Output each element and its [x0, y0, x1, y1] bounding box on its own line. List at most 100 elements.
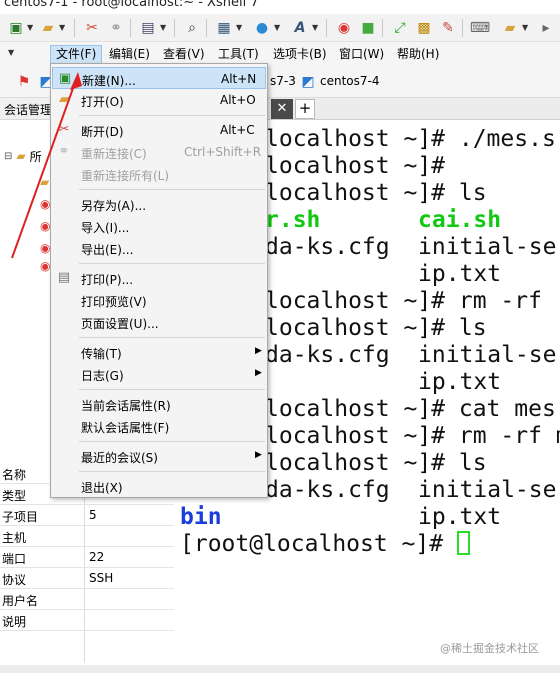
menu-view[interactable]: 查看(V) — [158, 45, 210, 64]
menu-file[interactable]: 文件(F) — [50, 45, 103, 64]
disconnect-icon: ✂ — [58, 122, 70, 137]
add-folder-icon[interactable]: ▰ — [500, 18, 520, 38]
menu-tools[interactable]: 工具(T) — [213, 45, 264, 64]
terminal-line: localhost ~]# ./mes.s — [265, 126, 556, 152]
session-item-icon[interactable]: ◉ — [40, 238, 50, 258]
more-icon[interactable]: ▸ — [536, 18, 556, 38]
terminal-prompt: [root@localhost ~]# — [180, 531, 470, 558]
menu-item-new[interactable]: ▣ 新建(N)... Alt+N — [52, 67, 266, 89]
terminal-line: cai.sh — [418, 207, 502, 233]
globe-icon[interactable]: ● — [252, 18, 272, 38]
window-title: centos7-1 - root@localhost:~ - Xshell 7 — [4, 0, 259, 10]
prop-row: 说明 — [0, 610, 174, 631]
terminal-line: ip.txt — [418, 504, 502, 530]
properties-icon[interactable]: ▤ — [138, 18, 158, 38]
terminal-line: localhost ~]# — [265, 153, 446, 179]
menu-item-import[interactable]: 导入(I)... — [52, 215, 266, 237]
lock-icon[interactable]: ▩ — [414, 18, 434, 38]
add-tab-button[interactable]: + — [295, 99, 315, 119]
terminal-line: da-ks.cfg — [265, 342, 390, 368]
menu-item-page-setup[interactable]: 页面设置(U)... — [52, 311, 266, 333]
quick-session-1[interactable]: s7-3 — [270, 74, 296, 88]
reconnect-icon[interactable]: ⚭ — [106, 18, 126, 38]
session-item-icon[interactable]: ◉ — [40, 194, 50, 214]
terminal-line: localhost ~]# cat mes — [265, 396, 556, 422]
tree-root[interactable]: ⊟ ▰ 所 — [4, 146, 42, 166]
menu-item-log[interactable]: 日志(G) ▶ — [52, 363, 266, 385]
menu-item-disconnect[interactable]: ✂ 断开(D) Alt+C — [52, 119, 266, 141]
chevron-down-icon[interactable]: ▼ — [8, 48, 14, 57]
menu-item-session-properties[interactable]: 当前会话属性(R) — [52, 393, 266, 415]
prop-row: 协议 SSH — [0, 568, 174, 589]
folder-icon: ▰ — [16, 149, 26, 163]
menu-item-save-as[interactable]: 另存为(A)... — [52, 193, 266, 215]
terminal-line: da-ks.cfg — [265, 477, 390, 503]
terminal-line: da-ks.cfg — [265, 234, 390, 260]
terminal-line: ip.txt — [418, 261, 502, 287]
xshell-icon[interactable]: ◉ — [334, 18, 354, 38]
terminal-line: initial-se — [418, 342, 557, 368]
xftp-icon[interactable]: ■ — [358, 18, 378, 38]
chevron-down-icon[interactable]: ▼ — [160, 23, 166, 32]
font-icon[interactable]: A — [290, 18, 310, 38]
menu-item-reconnect-all[interactable]: 重新连接所有(L) — [52, 163, 266, 185]
terminal-line: localhost ~]# ls — [265, 315, 487, 341]
find-icon[interactable]: ⌕ — [182, 18, 202, 38]
new-session-icon[interactable]: ▣ — [6, 18, 26, 38]
menu-item-export[interactable]: 导出(E)... — [52, 237, 266, 259]
disconnect-icon[interactable]: ✂ — [82, 18, 102, 38]
menu-help[interactable]: 帮助(H) — [392, 45, 444, 64]
terminal-line: localhost ~]# ls — [265, 180, 487, 206]
submenu-arrow-icon: ▶ — [255, 368, 262, 378]
printer-icon: ▤ — [57, 270, 71, 285]
fullscreen-icon[interactable]: ⤢ — [390, 18, 410, 38]
terminal-line: initial-se — [418, 477, 557, 503]
tree-root-label: 所 — [29, 149, 42, 164]
window-titlebar: centos7-1 - root@localhost:~ - Xshell 7 — [0, 0, 560, 14]
chevron-down-icon[interactable]: ▼ — [274, 23, 280, 32]
new-session-icon: ▣ — [58, 71, 72, 86]
prop-row: 端口 22 — [0, 547, 174, 568]
menu-item-reconnect[interactable]: ⚭ 重新连接(C) Ctrl+Shift+R — [52, 141, 266, 163]
submenu-arrow-icon: ▶ — [255, 450, 262, 460]
terminal-line: r.sh — [265, 207, 321, 233]
close-tab-icon[interactable]: ✕ — [271, 99, 293, 119]
reconnect-icon: ⚭ — [58, 144, 70, 159]
menu-item-recent-sessions[interactable]: 最近的会议(S) ▶ — [52, 445, 266, 467]
highlight-icon[interactable]: ✎ — [438, 18, 458, 38]
session-item-icon[interactable]: ◉ — [40, 216, 50, 236]
prop-row: 用户名 — [0, 589, 174, 610]
open-folder-icon: ▰ — [59, 92, 69, 107]
collapse-icon[interactable]: ⊟ — [4, 151, 12, 162]
session-icon[interactable]: ◩ — [298, 72, 318, 92]
keyboard-icon[interactable]: ⌨ — [470, 18, 490, 38]
file-menu: ▣ 新建(N)... Alt+N ▰ 打开(O) Alt+O ✂ 断开(D) A… — [50, 63, 268, 498]
chevron-down-icon[interactable]: ▼ — [312, 23, 318, 32]
quick-session-2[interactable]: centos7-4 — [320, 74, 379, 88]
menu-item-print[interactable]: ▤ 打印(P)... — [52, 267, 266, 289]
session-item-icon[interactable]: ◉ — [40, 256, 50, 276]
menu-tabs[interactable]: 选项卡(B) — [268, 45, 332, 64]
terminal-line: ip.txt — [418, 369, 502, 395]
bookmark-icon[interactable]: ⚑ — [14, 72, 34, 92]
menu-item-open[interactable]: ▰ 打开(O) Alt+O — [52, 89, 266, 111]
open-folder-icon[interactable]: ▰ — [38, 18, 58, 38]
compose-icon[interactable]: ▦ — [214, 18, 234, 38]
chevron-down-icon[interactable]: ▼ — [59, 23, 65, 32]
menu-item-exit[interactable]: 退出(X) — [52, 475, 266, 497]
chevron-down-icon[interactable]: ▼ — [522, 23, 528, 32]
menu-edit[interactable]: 编辑(E) — [104, 45, 155, 64]
statusbar — [0, 665, 560, 673]
menu-item-default-properties[interactable]: 默认会话属性(F) — [52, 415, 266, 437]
folder-icon[interactable]: ▰ — [40, 172, 49, 192]
menu-item-transfer[interactable]: 传输(T) ▶ — [52, 341, 266, 363]
main-toolbar: ▣ ▼ ▰ ▼ ✂ ⚭ ▤ ▼ ⌕ ▦ ▼ ● ▼ A ▼ ◉ ■ ⤢ ▩ ✎ … — [0, 14, 560, 42]
menu-window[interactable]: 窗口(W) — [334, 45, 389, 64]
terminal-line: localhost ~]# ls — [265, 450, 487, 476]
terminal-cursor — [456, 531, 470, 555]
chevron-down-icon[interactable]: ▼ — [236, 23, 242, 32]
chevron-down-icon[interactable]: ▼ — [27, 23, 33, 32]
terminal-line: initial-se — [418, 234, 557, 260]
terminal-line: bin — [180, 504, 222, 530]
menu-item-print-preview[interactable]: 打印预览(V) — [52, 289, 266, 311]
